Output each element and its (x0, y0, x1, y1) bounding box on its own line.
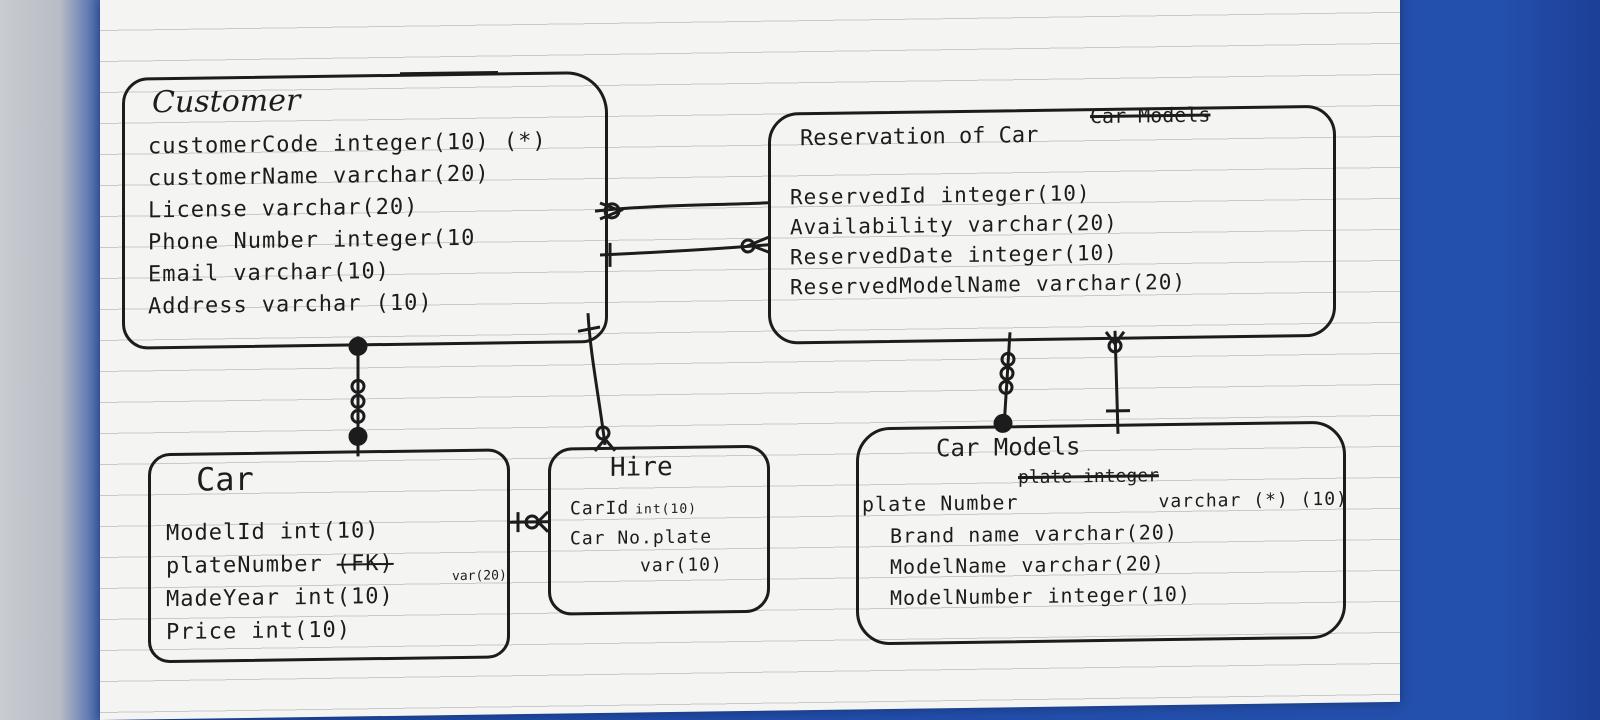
car-attr-madeyear: MadeYear int(10) (166, 583, 394, 613)
car-attributes: ModelId int(10) plateNumber (FK) MadeYear i… (166, 514, 394, 649)
car-plate-type-note: var(20) (452, 568, 507, 585)
car-models-attr-platenumber: plate Number varchar (*) (10) (862, 488, 1348, 517)
hire-attr-carid: CarId int(10) (570, 497, 697, 520)
hire-attr-carnoplate-type: var(10) (640, 554, 723, 577)
notebook-paper: Customer customerCode integer(10) (*) cus… (100, 0, 1400, 720)
car-models-title: Car Models (936, 432, 1081, 463)
car-hire-line (510, 520, 548, 524)
car-attr-modelid: ModelId int(10) (166, 518, 380, 547)
car-models-attributes: plate Number varchar (*) (10) Brand name v… (862, 483, 1348, 615)
hire-attr-carnoplate: Car No.plate (570, 526, 713, 550)
customer-title: Customer (152, 83, 301, 121)
customer-attr-address: Address varchar (10) (148, 290, 433, 320)
reservation-struck-title: Car Models (1090, 102, 1211, 129)
reservation-attributes: ReservedId integer(10) Availability varcha… (790, 177, 1186, 303)
hire-attributes: CarId int(10) Car No.plate var(10) (570, 493, 723, 581)
car-attr-price: Price int(10) (166, 617, 351, 646)
customer-attr-customername: customerName varchar(20) (148, 161, 490, 192)
reservation-title: Reservation of Car (800, 122, 1039, 152)
car-title: Car (196, 459, 254, 499)
car-attr-platenumber: plateNumber (FK) (166, 550, 394, 580)
photo-background: Customer customerCode integer(10) (*) cus… (0, 0, 1600, 720)
customer-attributes: customerCode integer(10) (*) customerName… (148, 126, 547, 324)
reservation-models-line-2 (1113, 330, 1120, 434)
customer-car-circle-bottom (348, 426, 368, 446)
reservation-attr-modelname: ReservedModelName varchar(20) (790, 269, 1187, 300)
hire-title: Hire (610, 452, 673, 483)
